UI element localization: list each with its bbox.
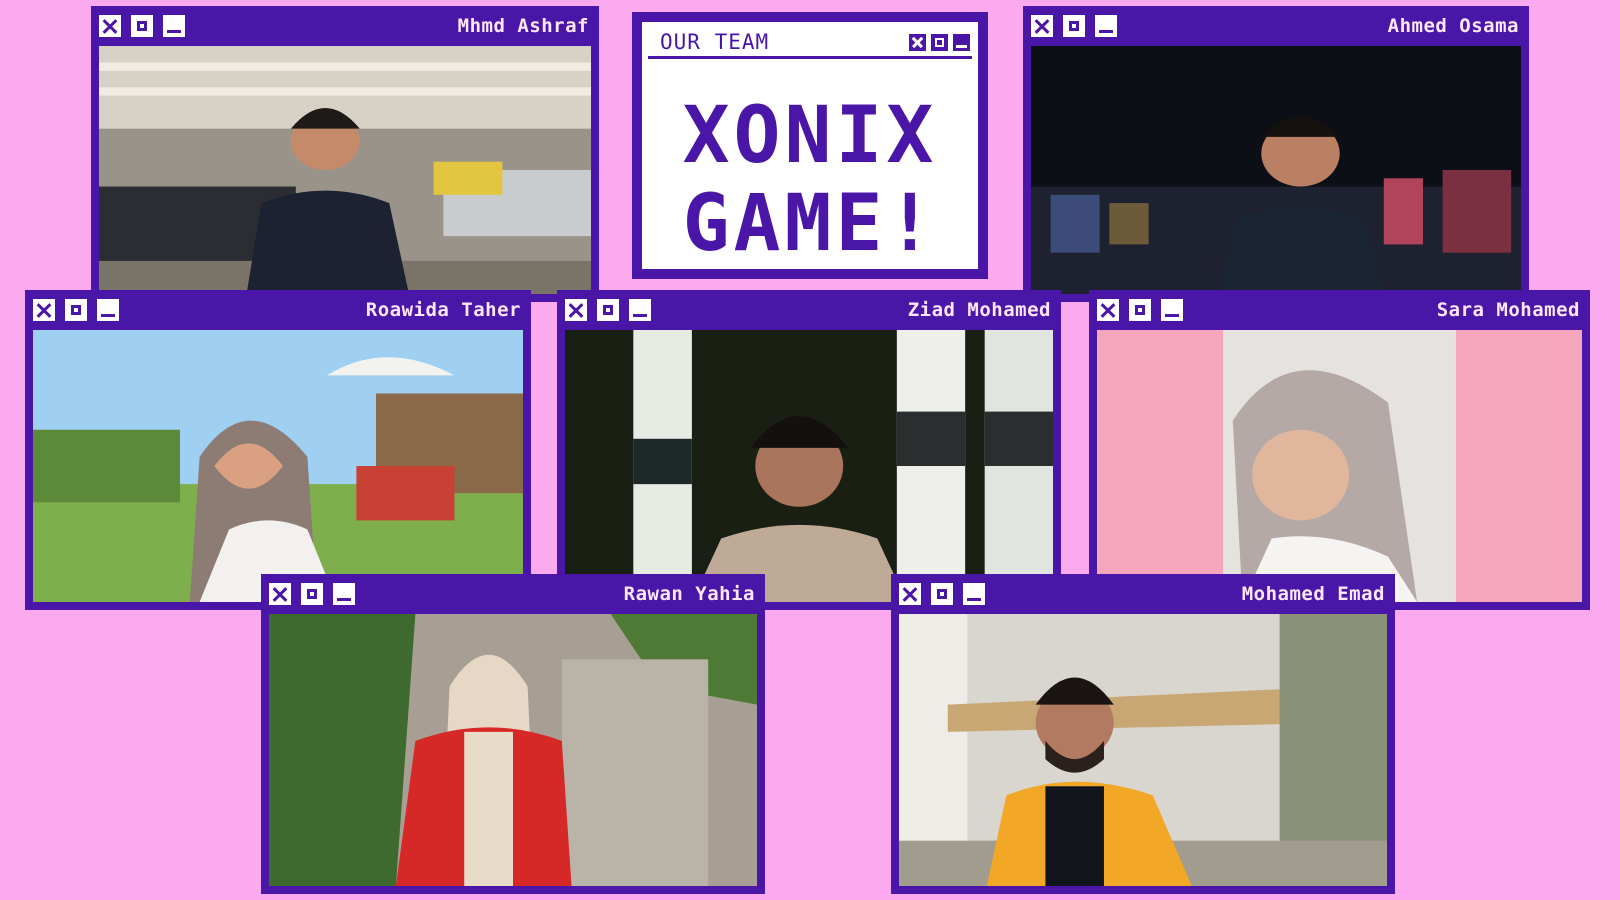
minimize-icon[interactable] <box>333 583 355 605</box>
maximize-icon[interactable] <box>131 15 153 37</box>
minimize-icon[interactable] <box>163 15 185 37</box>
minimize-icon[interactable] <box>97 299 119 321</box>
close-icon[interactable] <box>565 299 587 321</box>
window-ziad-mohamed: Ziad Mohamed <box>557 290 1061 610</box>
title-window-bar[interactable]: OUR TEAM <box>648 28 972 59</box>
window-title: Ziad Mohamed <box>907 299 1051 321</box>
minimize-icon[interactable] <box>629 299 651 321</box>
minimize-icon[interactable] <box>1095 15 1117 37</box>
minimize-icon[interactable] <box>1161 299 1183 321</box>
member-photo <box>565 330 1053 602</box>
minimize-icon[interactable] <box>953 33 970 51</box>
maximize-icon[interactable] <box>1129 299 1151 321</box>
window-title: Ahmed Osama <box>1387 15 1519 37</box>
window-mohamed-emad: Mohamed Emad <box>891 574 1395 894</box>
headline-line-1: XONIX <box>682 91 938 181</box>
close-icon[interactable] <box>909 33 926 51</box>
headline-line-2: GAME! <box>682 179 938 269</box>
window-sara-mohamed: Sara Mohamed <box>1089 290 1590 610</box>
window-title: Sara Mohamed <box>1436 299 1580 321</box>
close-icon[interactable] <box>1031 15 1053 37</box>
maximize-icon[interactable] <box>65 299 87 321</box>
close-icon[interactable] <box>33 299 55 321</box>
maximize-icon[interactable] <box>1063 15 1085 37</box>
member-photo <box>33 330 523 602</box>
maximize-icon[interactable] <box>931 33 948 51</box>
window-titlebar[interactable]: Mhmd Ashraf <box>99 6 591 46</box>
window-title: Roawida Taher <box>365 299 521 321</box>
title-window-label: OUR TEAM <box>660 30 770 54</box>
member-photo <box>1097 330 1582 602</box>
window-title: Rawan Yahia <box>623 583 755 605</box>
member-photo <box>899 614 1387 886</box>
window-titlebar[interactable]: Sara Mohamed <box>1097 290 1582 330</box>
window-roawida-taher: Roawida Taher <box>25 290 531 610</box>
window-titlebar[interactable]: Ziad Mohamed <box>565 290 1053 330</box>
title-window-body: OUR TEAM XONIX GAME! <box>639 19 981 272</box>
minimize-icon[interactable] <box>963 583 985 605</box>
window-rawan-yahia: Rawan Yahia <box>261 574 765 894</box>
close-icon[interactable] <box>99 15 121 37</box>
member-photo <box>1031 46 1521 294</box>
maximize-icon[interactable] <box>931 583 953 605</box>
close-icon[interactable] <box>899 583 921 605</box>
member-photo <box>99 46 591 294</box>
window-titlebar[interactable]: Mohamed Emad <box>899 574 1387 614</box>
maximize-icon[interactable] <box>597 299 619 321</box>
headline: XONIX GAME! <box>642 92 978 268</box>
member-photo <box>269 614 757 886</box>
window-mhmd-ashraf: Mhmd Ashraf <box>91 6 599 302</box>
window-titlebar[interactable]: Rawan Yahia <box>269 574 757 614</box>
close-icon[interactable] <box>269 583 291 605</box>
window-title: Mohamed Emad <box>1241 583 1385 605</box>
close-icon[interactable] <box>1097 299 1119 321</box>
window-titlebar[interactable]: Ahmed Osama <box>1031 6 1521 46</box>
window-title: Mhmd Ashraf <box>457 15 589 37</box>
window-titlebar[interactable]: Roawida Taher <box>33 290 523 330</box>
maximize-icon[interactable] <box>301 583 323 605</box>
title-window: OUR TEAM XONIX GAME! <box>632 12 988 279</box>
window-ahmed-osama: Ahmed Osama <box>1023 6 1529 302</box>
